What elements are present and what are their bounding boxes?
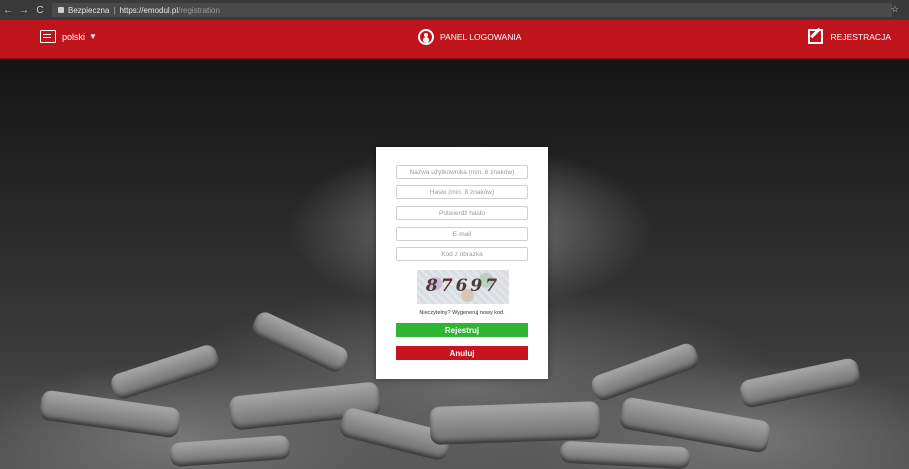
language-label: polski	[62, 31, 86, 42]
browser-toolbar: ← → C Bezpieczna | https://emodul.pl /re…	[0, 0, 909, 20]
address-bar[interactable]: Bezpieczna | https://emodul.pl /registra…	[52, 3, 892, 17]
caret-down-icon: ▼	[89, 32, 97, 41]
confirm-password-input[interactable]	[396, 206, 528, 220]
url-path: /registration	[178, 5, 220, 15]
login-panel-link[interactable]: PANEL LOGOWANIA	[418, 29, 521, 45]
password-input[interactable]	[396, 185, 528, 199]
captcha-image: 87697	[417, 270, 509, 304]
username-input[interactable]	[396, 165, 528, 179]
back-icon[interactable]: ←	[0, 5, 16, 16]
bookmark-star-icon[interactable]: ☆	[891, 4, 899, 15]
secure-label: Bezpieczna	[68, 5, 110, 15]
cancel-button[interactable]: Anuluj	[396, 346, 528, 360]
site-header: polski ▼ PANEL LOGOWANIA REJESTRACJA	[0, 20, 909, 59]
url-separator: |	[113, 5, 116, 15]
reload-icon[interactable]: C	[32, 5, 48, 16]
refresh-captcha-link[interactable]: Nieczytelny? Wygeneruj nowy kod.	[376, 310, 548, 316]
user-icon	[418, 29, 434, 45]
lock-icon	[58, 7, 64, 13]
login-panel-label: PANEL LOGOWANIA	[440, 32, 522, 42]
register-button[interactable]: Rejestruj	[396, 323, 528, 337]
captcha-text: 87697	[425, 276, 501, 296]
registration-form: 87697 Nieczytelny? Wygeneruj nowy kod. R…	[376, 147, 548, 379]
captcha-code-input[interactable]	[396, 247, 528, 261]
url-host: https://emodul.pl	[119, 5, 179, 15]
language-flag-icon	[40, 30, 56, 43]
edit-icon	[807, 29, 823, 44]
forward-icon[interactable]: →	[16, 5, 32, 16]
language-selector[interactable]: polski ▼	[40, 30, 97, 43]
register-label: REJESTRACJA	[830, 31, 891, 42]
email-input[interactable]	[396, 227, 528, 241]
register-link[interactable]: REJESTRACJA	[807, 29, 891, 44]
